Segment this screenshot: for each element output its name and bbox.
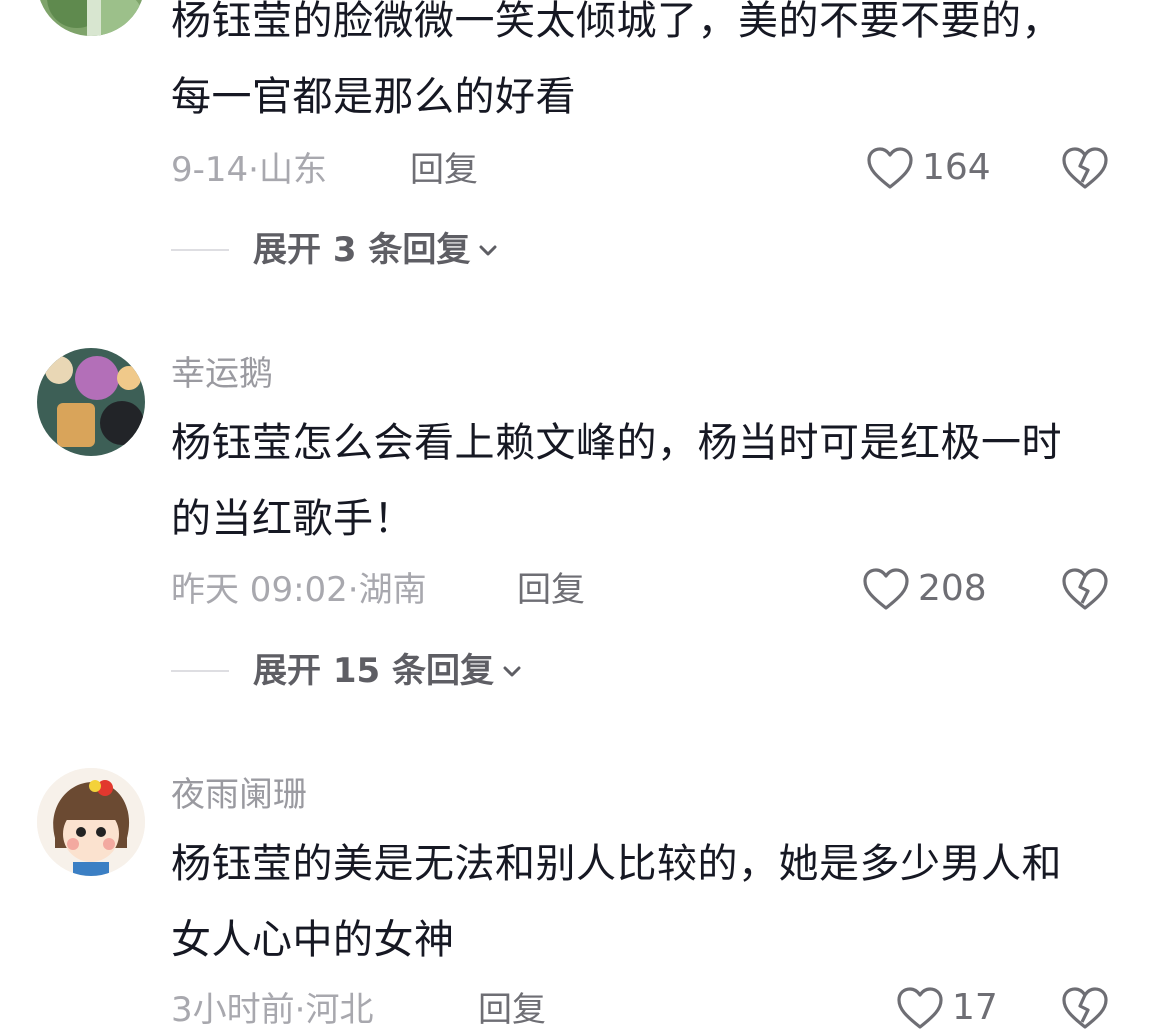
expand-replies-button[interactable]: 展开 15 条回复 bbox=[171, 651, 524, 691]
like-count: 164 bbox=[922, 147, 991, 188]
comment-time: 昨天 09:02 bbox=[171, 570, 348, 610]
expand-replies-label: 展开 3 条回复 bbox=[253, 230, 471, 270]
heart-outline-icon bbox=[867, 147, 913, 189]
comment-location: 湖南 bbox=[358, 570, 427, 610]
comment-text: 杨钰莹的脸微微一笑太倾城了，美的不要不要的，每一官都是那么的好看 bbox=[171, 0, 1062, 120]
comment-time: 3小时前 bbox=[171, 990, 295, 1030]
expand-replies-button[interactable]: 展开 3 条回复 bbox=[171, 230, 500, 270]
avatar[interactable] bbox=[37, 348, 145, 456]
like-button[interactable]: 164 bbox=[866, 146, 991, 190]
like-button[interactable]: 17 bbox=[896, 986, 998, 1030]
reply-button[interactable]: 回复 bbox=[517, 570, 585, 610]
heart-outline-icon bbox=[897, 987, 943, 1029]
comment-meta: 3小时前·河北 bbox=[171, 990, 374, 1030]
chevron-down-icon bbox=[503, 666, 521, 677]
avatar[interactable] bbox=[37, 0, 145, 36]
expand-replies-label: 展开 15 条回复 bbox=[253, 651, 494, 691]
reply-button[interactable]: 回复 bbox=[478, 990, 546, 1030]
broken-heart-icon[interactable] bbox=[1061, 986, 1109, 1030]
comment-username[interactable]: 夜雨阑珊 bbox=[171, 775, 307, 815]
broken-heart-icon[interactable] bbox=[1061, 567, 1109, 611]
comment-meta: 昨天 09:02·湖南 bbox=[171, 570, 427, 610]
comment-username[interactable]: 幸运鹅 bbox=[171, 354, 273, 394]
comment-text: 杨钰莹怎么会看上赖文峰的，杨当时可是红极一时的当红歌手！ bbox=[171, 420, 1062, 542]
comment-location: 河北 bbox=[305, 990, 374, 1030]
comment-meta: 9-14·山东 bbox=[171, 150, 327, 190]
divider-line bbox=[171, 249, 229, 251]
like-count: 208 bbox=[918, 568, 987, 609]
divider-line bbox=[171, 670, 229, 672]
like-count: 17 bbox=[952, 987, 998, 1028]
avatar[interactable] bbox=[37, 768, 145, 876]
comment-time: 9-14 bbox=[171, 150, 249, 190]
comment-location: 山东 bbox=[258, 150, 327, 190]
chevron-down-icon bbox=[479, 245, 497, 256]
reply-button[interactable]: 回复 bbox=[410, 150, 478, 190]
broken-heart-icon[interactable] bbox=[1061, 146, 1109, 190]
comment-text: 杨钰莹的美是无法和别人比较的，她是多少男人和女人心中的女神 bbox=[171, 841, 1062, 963]
heart-outline-icon bbox=[863, 568, 909, 610]
like-button[interactable]: 208 bbox=[862, 567, 987, 611]
